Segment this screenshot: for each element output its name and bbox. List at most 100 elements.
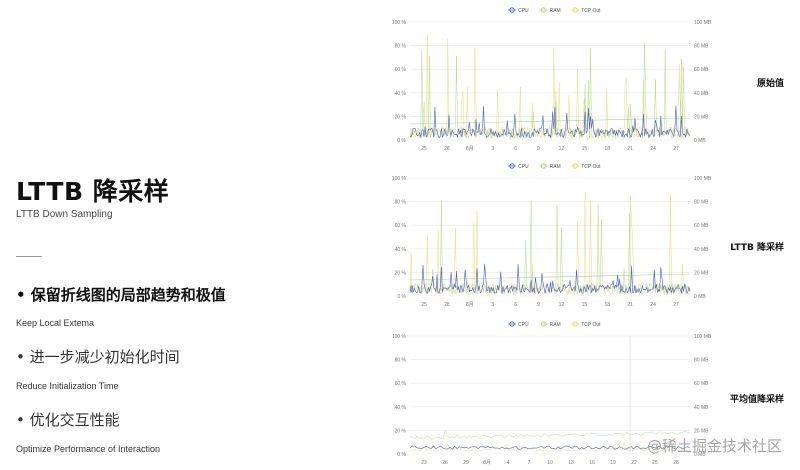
y-tick-right: 80 MB: [694, 200, 709, 206]
x-tick: 18: [604, 302, 610, 308]
chart-label-average: 平均值降采样: [729, 395, 784, 405]
y-tick-left: 100 %: [392, 176, 407, 182]
series-cpu: [409, 105, 691, 139]
x-tick: 9: [537, 146, 540, 152]
legend-label: RAM: [550, 164, 561, 170]
x-tick: 8月: [483, 460, 491, 466]
x-tick: 8月: [466, 302, 474, 308]
chart-legend: CPU RAM TCP Out: [508, 321, 601, 328]
x-tick: 22: [631, 460, 637, 466]
x-tick: 24: [650, 302, 656, 308]
chart-svg: CPU RAM TCP Out 0 % 0 MB 20 % 20 MB 40 % 40 MB 60…: [392, 7, 712, 152]
x-tick: 3: [491, 146, 494, 152]
y-tick-right: 40 MB: [694, 91, 709, 97]
y-tick-left: 100 %: [392, 20, 407, 26]
x-tick: 21: [627, 146, 633, 152]
legend-label: CPU: [518, 322, 529, 328]
x-tick: 15: [582, 302, 588, 308]
y-tick-right: 0 MB: [694, 294, 706, 300]
y-tick-right: 40 MB: [694, 247, 709, 253]
x-tick: 10: [547, 460, 553, 466]
y-tick-right: 20 MB: [694, 270, 709, 276]
y-tick-left: 80 %: [395, 200, 407, 206]
x-tick: 8月: [466, 146, 474, 152]
watermark-text: @稀土掘金技术社区: [646, 437, 782, 455]
legend-label: TCP Out: [581, 164, 601, 170]
chart-label-raw: 原始值: [756, 79, 784, 89]
y-tick-left: 60 %: [395, 223, 407, 229]
y-tick-right: 20 MB: [694, 114, 709, 120]
ram-trend-line: [409, 117, 691, 125]
legend-label: CPU: [518, 8, 529, 14]
x-tick: 26: [442, 460, 448, 466]
y-tick-left: 60 %: [395, 381, 407, 387]
chart-lttb: CPU RAM TCP Out 0 % 0 MB 20 % 20 MB 40 % 40 MB 60…: [380, 158, 720, 312]
x-tick: 25: [421, 146, 427, 152]
slide-subtitle: LTTB Down Sampling: [16, 209, 113, 220]
x-tick: 21: [627, 302, 633, 308]
y-tick-left: 20 %: [395, 114, 407, 120]
y-tick-right: 100 MB: [694, 334, 712, 340]
x-tick: 24: [650, 146, 656, 152]
bullet-1-sub: Keep Local Extema: [16, 318, 95, 328]
bullet-2: • 进一步减少初始化时间: [16, 348, 180, 366]
x-tick: 16: [589, 460, 595, 466]
y-tick-right: 40 MB: [694, 405, 709, 411]
series-ram: [409, 42, 691, 140]
x-tick: 27: [673, 146, 679, 152]
series-tcp-out: [409, 192, 691, 296]
x-tick: 4: [507, 460, 510, 466]
y-tick-left: 100 %: [392, 334, 407, 340]
y-tick-right: 60 MB: [694, 67, 709, 73]
chart-label-lttb: LTTB 降采样: [730, 243, 784, 253]
x-tick: 28: [673, 460, 679, 466]
x-tick: 15: [582, 146, 588, 152]
x-tick: 27: [673, 302, 679, 308]
y-tick-right: 80 MB: [694, 358, 709, 364]
y-tick-left: 20 %: [395, 428, 407, 434]
y-tick-left: 40 %: [395, 247, 407, 253]
y-tick-right: 60 MB: [694, 381, 709, 387]
slide-text-panel: LTTB 降采样 LTTB Down Sampling • 保留折线图的局部趋势…: [16, 0, 376, 470]
y-tick-left: 40 %: [395, 405, 407, 411]
y-tick-right: 20 MB: [694, 428, 709, 434]
y-tick-left: 20 %: [395, 270, 407, 276]
bullet-3: • 优化交互性能: [16, 411, 120, 429]
x-tick: 9: [537, 302, 540, 308]
chart-legend: CPU RAM TCP Out: [508, 7, 601, 14]
x-tick: 3: [491, 302, 494, 308]
bullet-3-sub: Optimize Performance of Interaction: [16, 444, 161, 454]
series-ram: [409, 200, 691, 296]
legend-label: RAM: [550, 8, 561, 14]
x-tick: 28: [444, 146, 450, 152]
y-tick-right: 0 MB: [694, 138, 706, 144]
y-tick-left: 40 %: [395, 91, 407, 97]
y-tick-left: 80 %: [395, 44, 407, 50]
x-tick: 6: [514, 146, 517, 152]
y-tick-right: 60 MB: [694, 223, 709, 229]
x-tick: 12: [559, 302, 565, 308]
y-tick-left: 0 %: [397, 138, 406, 144]
bullet-1: • 保留折线图的局部趋势和极值: [16, 286, 226, 304]
ram-trend-line: [409, 273, 691, 281]
x-tick: 19: [610, 460, 616, 466]
slide-title: LTTB 降采样: [16, 177, 170, 206]
y-tick-right: 100 MB: [694, 176, 712, 182]
x-tick: 29: [463, 460, 469, 466]
y-tick-right: 80 MB: [694, 44, 709, 50]
x-tick: 6: [514, 302, 517, 308]
x-tick: 28: [444, 302, 450, 308]
y-tick-left: 0 %: [397, 294, 406, 300]
y-tick-right: 100 MB: [694, 20, 712, 26]
legend-label: RAM: [550, 322, 561, 328]
x-tick: 25: [652, 460, 658, 466]
legend-label: TCP Out: [581, 8, 601, 14]
x-tick: 18: [604, 146, 610, 152]
chart-svg: CPU RAM TCP Out 0 % 0 MB 20 % 20 MB 40 % 40 MB 60…: [392, 163, 712, 308]
bullet-2-sub: Reduce Initialization Time: [16, 381, 119, 391]
chart-raw: CPU RAM TCP Out 0 % 0 MB 20 % 20 MB 40 % 40 MB 60…: [380, 2, 720, 156]
chart-legend: CPU RAM TCP Out: [508, 163, 601, 170]
x-tick: 13: [568, 460, 574, 466]
legend-label: CPU: [518, 164, 529, 170]
legend-label: TCP Out: [581, 322, 601, 328]
